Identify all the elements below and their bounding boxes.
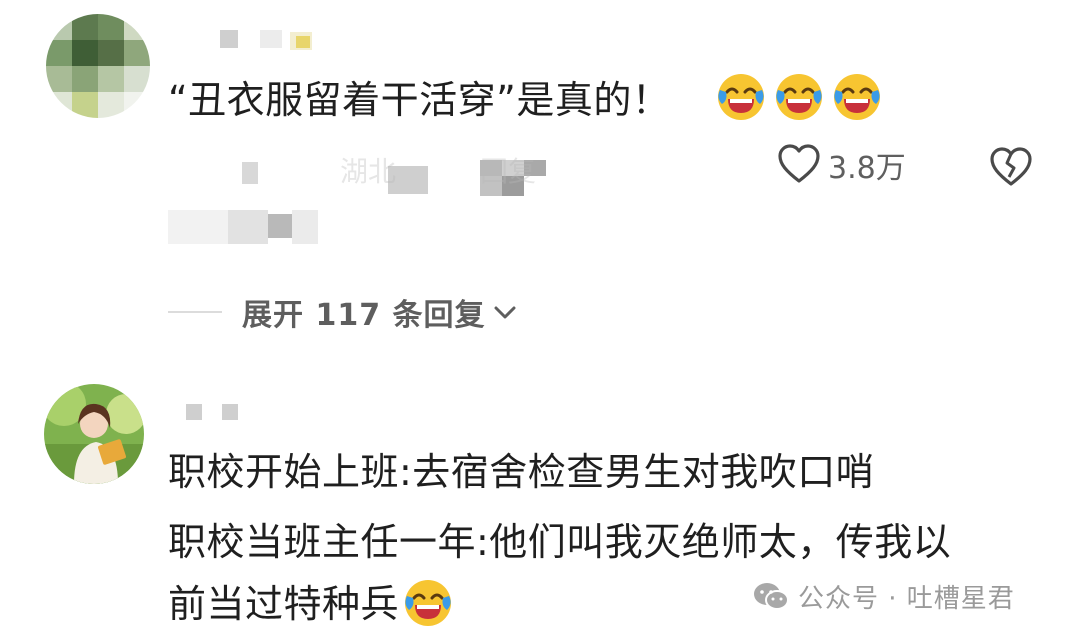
comment-line: 职校当班主任一年:他们叫我灭绝师太，传我以 xyxy=(168,520,952,564)
watermark: 公众号 · 吐槽星君 xyxy=(752,578,1015,615)
wechat-icon xyxy=(754,582,789,610)
user-avatar[interactable] xyxy=(44,384,144,484)
user-avatar-blurred[interactable] xyxy=(46,14,150,118)
laugh-cry-emoji-icon xyxy=(718,74,764,120)
comment-line: 前当过特种兵 xyxy=(168,582,400,626)
heart-icon xyxy=(778,144,820,183)
expand-replies-button[interactable]: 展开 117 条回复 xyxy=(168,290,518,334)
reply-link[interactable]: 回复 xyxy=(480,150,536,190)
chevron-down-icon xyxy=(494,306,516,319)
location-text: 湖北 xyxy=(340,155,397,188)
divider-line xyxy=(168,311,222,313)
broken-heart-icon[interactable] xyxy=(988,145,1034,191)
comment-line: 职校开始上班:去宿舍检查男生对我吹口哨 xyxy=(168,450,875,494)
watermark-text: 公众号 · 吐槽星君 xyxy=(798,584,1015,614)
like-button[interactable]: 3.8万 xyxy=(776,142,906,188)
comment-thread: “丑衣服留着干活穿”是真的！ 湖北 回复 3.8万 展开 117 条回复 职校开… xyxy=(0,0,1080,637)
laugh-cry-emoji-icon xyxy=(776,74,823,120)
laugh-cry-emoji-icon xyxy=(405,579,452,626)
comment-line-with-emoji: 前当过特种兵 xyxy=(168,579,453,632)
comment-text: “丑衣服留着干活穿”是真的！ xyxy=(168,78,671,122)
laugh-cry-emoji-icon xyxy=(834,74,881,120)
emoji-group xyxy=(716,72,885,122)
sub-meta-blurred xyxy=(168,204,318,248)
like-count: 3.8万 xyxy=(828,151,906,186)
expand-replies-label: 展开 117 条回复 xyxy=(242,298,486,333)
